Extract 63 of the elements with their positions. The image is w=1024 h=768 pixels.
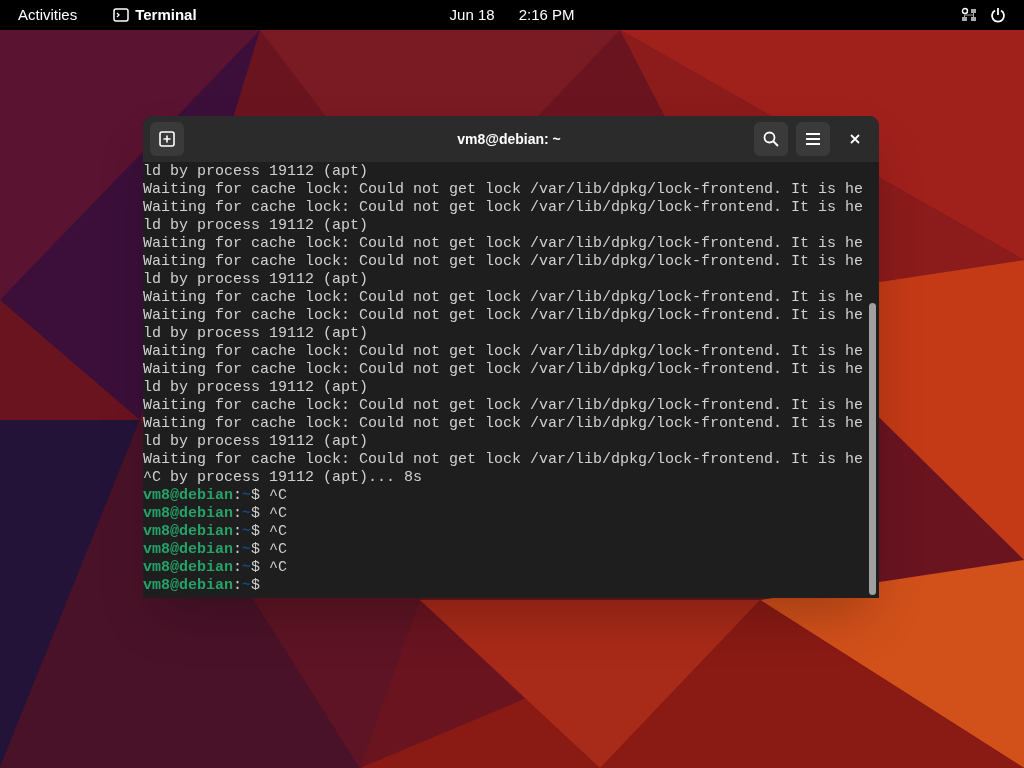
terminal-icon (113, 8, 130, 22)
terminal-line: Waiting for cache lock: Could not get lock /var/lib/dpkg/lock-frontend. It is he (143, 451, 864, 469)
power-icon[interactable] (990, 7, 1006, 23)
prompt-separator: : (233, 559, 243, 577)
close-icon (850, 134, 860, 144)
prompt-symbol: $ (251, 487, 261, 505)
terminal-line: ^C by process 19112 (apt)... 8s (143, 469, 423, 487)
terminal-line: Waiting for cache lock: Could not get lock /var/lib/dpkg/lock-frontend. It is he (143, 343, 864, 361)
prompt-user: vm8@debian (143, 487, 233, 505)
terminal-line: ld by process 19112 (apt) (143, 271, 369, 289)
terminal-line: Waiting for cache lock: Could not get lock /var/lib/dpkg/lock-frontend. It is he (143, 397, 864, 415)
terminal-line: Waiting for cache lock: Could not get lock /var/lib/dpkg/lock-frontend. It is he (143, 253, 864, 271)
terminal-line: ld by process 19112 (apt) (143, 217, 369, 235)
terminal-line: Waiting for cache lock: Could not get lock /var/lib/dpkg/lock-frontend. It is he (143, 235, 864, 253)
terminal-line: Waiting for cache lock: Could not get lock /var/lib/dpkg/lock-frontend. It is he (143, 415, 864, 433)
app-menu[interactable]: Terminal (135, 3, 197, 27)
prompt-command: ^C (269, 541, 288, 559)
prompt-separator: : (233, 505, 243, 523)
prompt-command: ^C (269, 505, 288, 523)
window-title: vm8@debian: ~ (456, 129, 562, 149)
prompt-command: ^C (269, 487, 288, 505)
scrollbar-thumb[interactable] (868, 303, 876, 595)
prompt-symbol: $ (251, 541, 261, 559)
prompt-path: ~ (242, 559, 252, 577)
prompt-separator: : (233, 577, 243, 595)
network-icon[interactable] (960, 7, 978, 23)
prompt-path: ~ (242, 523, 252, 541)
prompt-symbol: $ (251, 523, 261, 541)
terminal-line: ld by process 19112 (apt) (143, 433, 369, 451)
prompt-user: vm8@debian (143, 541, 233, 559)
prompt-command: ^C (269, 559, 288, 577)
prompt-symbol: $ (251, 505, 261, 523)
prompt-symbol: $ (251, 577, 261, 595)
prompt-path: ~ (242, 505, 252, 523)
new-tab-icon (159, 131, 175, 147)
menu-icon (805, 132, 821, 146)
terminal-line: Waiting for cache lock: Could not get lock /var/lib/dpkg/lock-frontend. It is he (143, 289, 864, 307)
prompt-user: vm8@debian (143, 559, 233, 577)
terminal-line: ld by process 19112 (apt) (143, 163, 369, 181)
prompt-path: ~ (242, 577, 252, 595)
prompt-separator: : (233, 541, 243, 559)
search-button[interactable] (754, 122, 788, 156)
terminal-line: Waiting for cache lock: Could not get lock /var/lib/dpkg/lock-frontend. It is he (143, 307, 864, 325)
terminal-line: Waiting for cache lock: Could not get lock /var/lib/dpkg/lock-frontend. It is he (143, 181, 864, 199)
terminal-line: ld by process 19112 (apt) (143, 325, 369, 343)
terminal-line: Waiting for cache lock: Could not get lock /var/lib/dpkg/lock-frontend. It is he (143, 199, 864, 217)
prompt-path: ~ (242, 541, 252, 559)
terminal-line: ld by process 19112 (apt) (143, 379, 369, 397)
prompt-user: vm8@debian (143, 577, 233, 595)
prompt-symbol: $ (251, 559, 261, 577)
new-tab-button[interactable] (150, 122, 184, 156)
clock-date[interactable]: Jun 18 (449, 3, 495, 27)
search-icon (763, 131, 779, 147)
prompt-separator: : (233, 487, 243, 505)
prompt-path: ~ (242, 487, 252, 505)
prompt-command: ^C (269, 523, 288, 541)
activities-button[interactable]: Activities (18, 3, 78, 27)
prompt-separator: : (233, 523, 243, 541)
menu-button[interactable] (796, 122, 830, 156)
clock-time[interactable]: 2:16 PM (518, 3, 575, 27)
prompt-user: vm8@debian (143, 523, 233, 541)
prompt-user: vm8@debian (143, 505, 233, 523)
terminal-line: Waiting for cache lock: Could not get lock /var/lib/dpkg/lock-frontend. It is he (143, 361, 864, 379)
